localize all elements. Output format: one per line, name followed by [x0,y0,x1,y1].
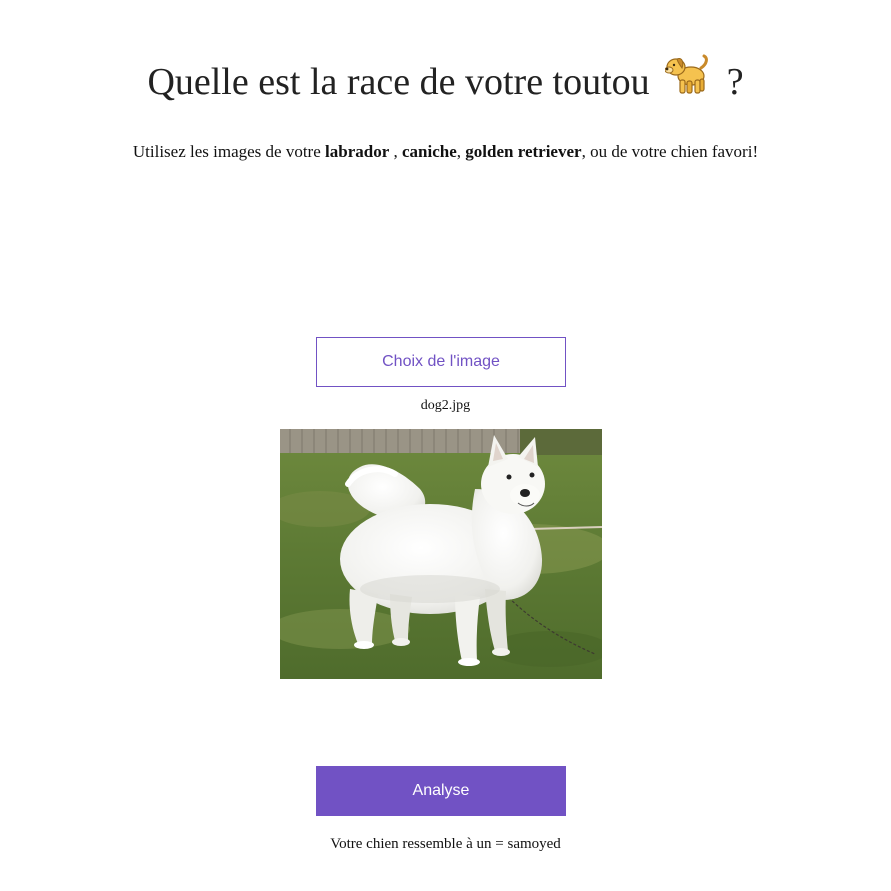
choose-image-button[interactable]: Choix de l'image [316,337,566,387]
page-title: Quelle est la race de votre toutou ? [0,54,891,112]
intro-text-part: , ou de votre chien favori! [581,142,759,161]
breed-caniche: caniche [402,142,457,161]
intro-text-part: Utilisez les images de votre [132,142,326,161]
dog-icon [664,54,709,108]
page-title-suffix: ? [726,61,744,103]
page-title-text: Quelle est la race de votre toutou [147,61,650,103]
analyse-button[interactable]: Analyse [316,766,566,816]
intro-text-part: , [389,142,402,161]
dog-photo [270,429,610,679]
breed-golden-retriever: golden retriever [465,142,582,161]
file-name: dog2.jpg [420,398,471,413]
result-text: Votre chien ressemble à un = samoyed [330,836,561,852]
intro-text: Utilisez les images de votre labrador , … [0,140,891,164]
image-preview [270,429,610,679]
intro-text-part: , [456,142,466,161]
breed-labrador: labrador [325,142,390,161]
